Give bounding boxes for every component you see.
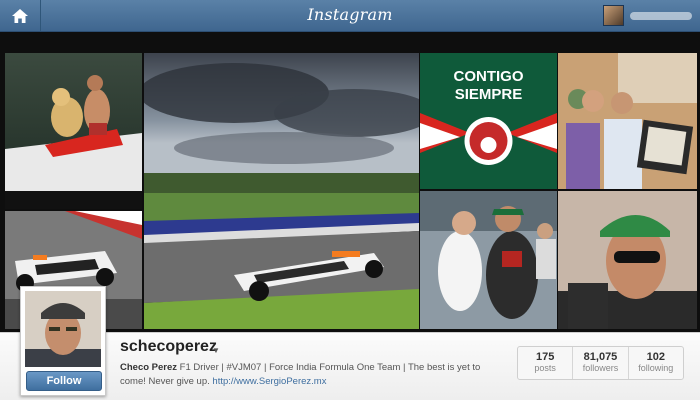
photo-tile-paddock[interactable]: [420, 191, 557, 329]
user-avatar: [603, 5, 624, 26]
profile-stats: 175 posts 81,075 followers 102 following: [517, 346, 684, 380]
follow-button[interactable]: Follow: [26, 371, 102, 391]
stat-followers-value: 81,075: [583, 351, 618, 363]
app-logo[interactable]: Instagram: [0, 5, 700, 24]
photo-tile-contigo-siempre[interactable]: CONTIGO SIEMPRE: [420, 53, 557, 189]
photo-jetski: [5, 53, 142, 209]
profile-username[interactable]: schecoperez: [120, 338, 217, 356]
photo-contigo-siempre: CONTIGO SIEMPRE: [420, 53, 557, 189]
stat-following-label: following: [638, 363, 674, 373]
stat-following-value: 102: [646, 351, 665, 363]
stat-followers-label: followers: [582, 363, 619, 373]
photo-text-siempre: SIEMPRE: [455, 86, 523, 103]
user-name-redacted: [630, 11, 692, 20]
profile-avatar-card: Follow: [20, 286, 106, 396]
photo-tile-jetski[interactable]: [5, 53, 142, 209]
photo-paddock: [420, 191, 557, 329]
stat-posts[interactable]: 175 posts: [518, 347, 574, 379]
stat-followers[interactable]: 81,075 followers: [573, 347, 629, 379]
photo-tile-stormy-track[interactable]: [144, 53, 419, 329]
profile-avatar[interactable]: [25, 291, 101, 367]
photo-text-contigo: CONTIGO: [454, 68, 524, 85]
profile-bio: Checo Perez F1 Driver | #VJM07 | Force I…: [120, 361, 500, 389]
profile-photo: [25, 291, 101, 367]
user-menu[interactable]: [603, 5, 692, 26]
photo-stormy-track: [144, 53, 419, 329]
top-bar: Instagram: [0, 0, 700, 32]
photo-plane: [558, 53, 697, 189]
stat-posts-label: posts: [534, 363, 556, 373]
chevron-down-icon[interactable]: ▼: [212, 346, 220, 355]
bio-name: Checo Perez: [120, 362, 178, 373]
photo-portrait: [558, 191, 697, 329]
stat-posts-value: 175: [535, 351, 555, 363]
photo-tile-plane[interactable]: [558, 53, 697, 189]
bio-link[interactable]: http://www.SergioPerez.mx: [212, 376, 326, 387]
stat-following[interactable]: 102 following: [629, 347, 683, 379]
photo-tile-portrait[interactable]: [558, 191, 697, 329]
